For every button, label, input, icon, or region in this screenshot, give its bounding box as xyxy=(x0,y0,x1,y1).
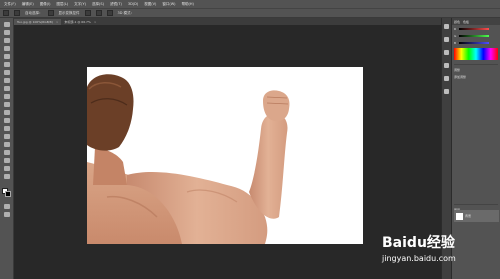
color-spectrum[interactable] xyxy=(454,48,498,60)
tab-document-1[interactable]: Tuo.jpg @ 100%(RGB/8) × xyxy=(14,19,62,25)
options-bar: 自动选择： 显示变换控件 3D 模式： xyxy=(0,8,500,18)
quick-select-icon[interactable] xyxy=(3,46,10,51)
menu-view[interactable]: 视图(V) xyxy=(144,2,156,7)
shape-icon[interactable] xyxy=(3,158,10,163)
close-icon[interactable]: × xyxy=(94,20,97,24)
right-panels: 颜色 色板 R G B 调整 添加调整 图层 背景 xyxy=(451,18,500,279)
lasso-icon[interactable] xyxy=(3,38,10,43)
align-right-icon[interactable] xyxy=(106,10,113,16)
watermark-brand: Baidu经验 xyxy=(382,235,455,251)
info-icon[interactable] xyxy=(444,50,449,55)
eraser-icon[interactable] xyxy=(3,102,10,107)
slider-green[interactable]: G xyxy=(454,34,498,38)
slider-blue[interactable]: B xyxy=(454,41,498,45)
background-color-swatch[interactable] xyxy=(5,191,11,197)
watermark-url: jingyan.baidu.com xyxy=(382,254,456,263)
tools-panel xyxy=(0,18,14,279)
slider-label: R xyxy=(454,27,457,31)
actions-icon[interactable] xyxy=(444,37,449,42)
zoom-icon[interactable] xyxy=(3,174,10,179)
slider-red[interactable]: R xyxy=(454,27,498,31)
crop-icon[interactable] xyxy=(3,54,10,59)
dodge-icon[interactable] xyxy=(3,126,10,131)
slider-track[interactable] xyxy=(459,28,489,30)
show-transform-label: 显示变换控件 xyxy=(58,10,80,15)
adjustments-panel: 调整 添加调整 xyxy=(454,64,498,84)
auto-select-label: 自动选择： xyxy=(25,10,43,15)
3d-mode-label: 3D 模式： xyxy=(117,10,135,15)
document-canvas[interactable] xyxy=(87,67,363,244)
history-icon[interactable] xyxy=(444,24,449,29)
slider-label: G xyxy=(454,34,457,38)
hand-icon[interactable] xyxy=(3,166,10,171)
color-swatches[interactable] xyxy=(2,188,11,197)
adjustments-label: 添加调整 xyxy=(454,75,467,79)
brush-icon[interactable] xyxy=(3,78,10,83)
type-icon[interactable] xyxy=(3,142,10,147)
quick-mask-icon[interactable] xyxy=(3,204,10,209)
healing-brush-icon[interactable] xyxy=(3,70,10,75)
blur-icon[interactable] xyxy=(3,118,10,123)
pen-icon[interactable] xyxy=(3,134,10,139)
eyedropper-icon[interactable] xyxy=(3,62,10,67)
character-icon[interactable] xyxy=(444,76,449,81)
layer-row[interactable]: 背景 xyxy=(454,210,499,222)
auto-select-checkbox[interactable] xyxy=(14,10,20,16)
adjustments-title: 调整 xyxy=(454,68,461,72)
history-brush-icon[interactable] xyxy=(3,94,10,99)
clone-stamp-icon[interactable] xyxy=(3,86,10,91)
color-panel-tabs: 颜色 色板 xyxy=(452,18,500,25)
document-tabs: Tuo.jpg @ 100%(RGB/8) × 未标题-1 @ 66.7% × xyxy=(14,18,441,25)
slider-track[interactable] xyxy=(459,42,489,44)
menu-filter[interactable]: 滤镜(T) xyxy=(110,2,122,7)
menu-select[interactable]: 选择(S) xyxy=(92,2,104,7)
brush-settings-icon[interactable] xyxy=(444,89,449,94)
show-transform-checkbox[interactable] xyxy=(47,10,54,16)
color-sliders: R G B xyxy=(452,25,500,45)
menu-bar: 文件(F) 编辑(E) 图像(I) 图层(L) 文字(Y) 选择(S) 滤镜(T… xyxy=(0,0,500,8)
menu-file[interactable]: 文件(F) xyxy=(4,2,16,7)
menu-help[interactable]: 帮助(H) xyxy=(182,2,194,7)
slider-label: B xyxy=(454,41,457,45)
menu-3d[interactable]: 3D(D) xyxy=(128,2,138,6)
tab-document-2[interactable]: 未标题-1 @ 66.7% × xyxy=(61,19,99,25)
align-center-icon[interactable] xyxy=(95,10,102,16)
tab-label: 未标题-1 @ 66.7% xyxy=(64,20,91,24)
tab-label: Tuo.jpg @ 100%(RGB/8) xyxy=(17,20,53,24)
tab-color[interactable]: 颜色 xyxy=(454,20,460,24)
move-icon[interactable] xyxy=(3,22,10,27)
path-select-icon[interactable] xyxy=(3,150,10,155)
marquee-icon[interactable] xyxy=(3,30,10,35)
layer-name: 背景 xyxy=(465,214,472,218)
tab-swatches[interactable]: 色板 xyxy=(463,20,469,24)
screen-mode-icon[interactable] xyxy=(3,212,10,217)
slider-track[interactable] xyxy=(459,35,489,37)
align-left-icon[interactable] xyxy=(84,10,91,16)
menu-type[interactable]: 文字(Y) xyxy=(74,2,86,7)
menu-window[interactable]: 窗口(W) xyxy=(162,2,175,7)
menu-edit[interactable]: 编辑(E) xyxy=(22,2,34,7)
watermark: Baidu经验 jingyan.baidu.com xyxy=(382,232,456,263)
close-icon[interactable]: × xyxy=(56,20,59,24)
menu-image[interactable]: 图像(I) xyxy=(40,2,51,7)
move-tool-icon[interactable] xyxy=(3,10,9,16)
menu-layer[interactable]: 图层(L) xyxy=(56,2,68,7)
layer-thumbnail xyxy=(456,212,463,220)
gradient-icon[interactable] xyxy=(3,110,10,115)
paragraph-icon[interactable] xyxy=(444,63,449,68)
flexing-arm-photo xyxy=(87,74,290,244)
